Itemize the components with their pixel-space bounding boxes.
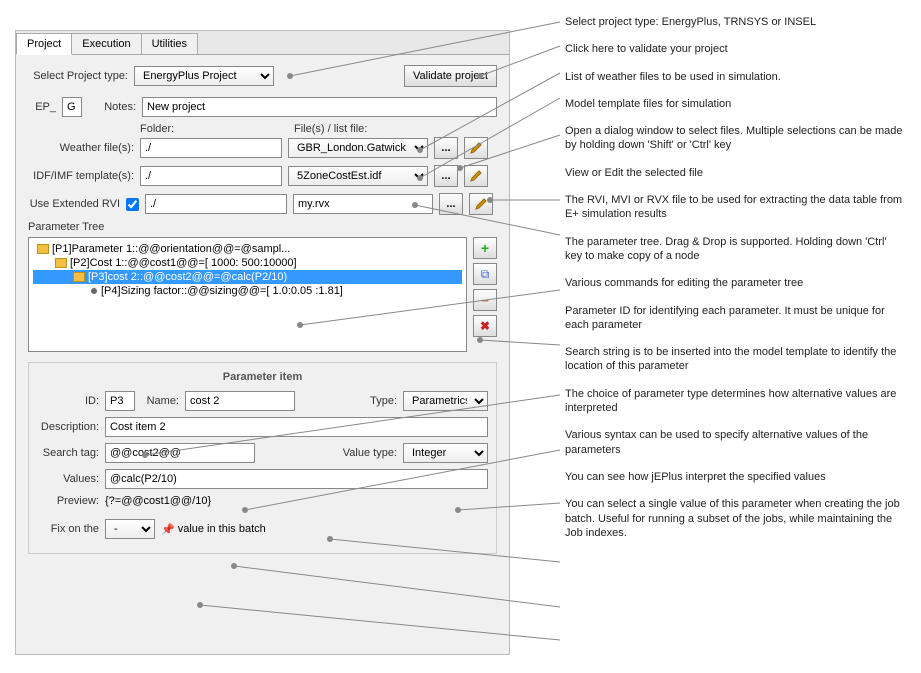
anno-rvi: The RVI, MVI or RVX file to be used for … [565, 193, 905, 222]
value-type-select[interactable]: Integer [403, 443, 488, 463]
idf-folder-field[interactable] [140, 166, 282, 186]
dots-icon [446, 198, 455, 210]
search-tag-field[interactable] [105, 443, 255, 463]
idf-edit-button[interactable] [464, 165, 488, 187]
label-id: ID: [37, 395, 99, 407]
label-project-type: Select Project type: [28, 70, 128, 82]
tree-node-p1[interactable]: [P1]Parameter 1::@@orientation@@=@sampl.… [33, 242, 462, 256]
delete-icon: ✖ [480, 319, 490, 333]
folder-icon [73, 272, 85, 282]
copy-icon: ⧉ [481, 267, 490, 282]
rvi-folder-field[interactable] [145, 194, 287, 214]
plus-icon: + [481, 240, 489, 256]
label-notes: Notes: [88, 101, 136, 113]
parameter-tree[interactable]: [P1]Parameter 1::@@orientation@@=@sampl.… [28, 237, 467, 352]
anno-param-id: Parameter ID for identifying each parame… [565, 304, 905, 333]
tree-remove-button[interactable]: − [473, 289, 497, 311]
anno-browse: Open a dialog window to select files. Mu… [565, 124, 905, 153]
fix-select[interactable]: - [105, 519, 155, 539]
tree-node-p2[interactable]: [P2]Cost 1::@@cost1@@=[ 1000: 500:10000] [33, 256, 462, 270]
folder-icon [55, 258, 67, 268]
project-panel: Select Project type: EnergyPlus Project … [16, 55, 509, 564]
anno-preview: You can see how jEPlus interpret the spe… [565, 470, 905, 484]
tree-add-button[interactable]: + [473, 237, 497, 259]
tree-node-p3[interactable]: [P3]cost 2::@@cost2@@=@calc(P2/10) [33, 270, 462, 284]
label-weather: Weather file(s): [28, 142, 134, 154]
label-ep: EP_ [28, 101, 56, 113]
ep-field[interactable] [62, 97, 82, 117]
weather-folder-field[interactable] [140, 138, 282, 158]
label-desc: Description: [37, 421, 99, 433]
tab-bar: Project Execution Utilities [16, 31, 509, 55]
rvi-edit-button[interactable] [469, 193, 493, 215]
weather-browse-button[interactable] [434, 137, 458, 159]
tree-copy-button[interactable]: ⧉ [473, 263, 497, 285]
id-field[interactable] [105, 391, 135, 411]
label-value-batch: 📌value in this batch [161, 523, 266, 536]
dots-icon [441, 170, 450, 182]
tab-utilities[interactable]: Utilities [141, 33, 198, 54]
anno-search-tag: Search string is to be inserted into the… [565, 345, 905, 374]
anno-weather: List of weather files to be used in simu… [565, 70, 905, 84]
label-folder: Folder: [140, 123, 288, 135]
label-fix-on: Fix on the [37, 523, 99, 535]
anno-validate: Click here to validate your project [565, 42, 905, 56]
anno-values: Various syntax can be used to specify al… [565, 428, 905, 457]
anno-tree: The parameter tree. Drag & Drop is suppo… [565, 235, 905, 264]
rvi-file-field[interactable] [293, 194, 433, 214]
anno-project-type: Select project type: EnergyPlus, TRNSYS … [565, 15, 905, 29]
dots-icon [441, 142, 450, 154]
desc-field[interactable] [105, 417, 488, 437]
preview-text: {?=@@cost1@@/10} [105, 495, 211, 507]
rvi-checkbox[interactable] [126, 198, 139, 211]
param-item-title: Parameter item [37, 371, 488, 383]
annotations-column: Select project type: EnergyPlus, TRNSYS … [565, 15, 905, 553]
label-filelist: File(s) / list file: [294, 123, 367, 135]
anno-template: Model template files for simulation [565, 97, 905, 111]
notes-field[interactable] [142, 97, 497, 117]
anno-value-type: The choice of parameter type determines … [565, 387, 905, 416]
tree-delete-button[interactable]: ✖ [473, 315, 497, 337]
name-field[interactable] [185, 391, 295, 411]
folder-icon [37, 244, 49, 254]
idf-browse-button[interactable] [434, 165, 458, 187]
type-select[interactable]: Parametrics [403, 391, 488, 411]
param-tree-title: Parameter Tree [28, 221, 497, 233]
anno-edit: View or Edit the selected file [565, 166, 905, 180]
anno-fix: You can select a single value of this pa… [565, 497, 905, 540]
label-preview: Preview: [37, 495, 99, 507]
label-search-tag: Search tag: [37, 447, 99, 459]
minus-icon: − [481, 293, 489, 308]
anno-tree-cmds: Various commands for editing the paramet… [565, 276, 905, 290]
tab-project[interactable]: Project [16, 33, 72, 55]
project-type-select[interactable]: EnergyPlus Project [134, 66, 274, 86]
values-field[interactable] [105, 469, 488, 489]
weather-edit-button[interactable] [464, 137, 488, 159]
label-value-type: Value type: [343, 447, 397, 459]
weather-file-select[interactable]: GBR_London.Gatwick.03... [288, 138, 428, 158]
label-idf: IDF/IMF template(s): [28, 170, 134, 182]
idf-file-select[interactable]: 5ZoneCostEst.idf [288, 166, 428, 186]
parameter-item-panel: Parameter item ID: Name: Type: Parametri… [28, 362, 497, 554]
tree-node-p4[interactable]: [P4]Sizing factor::@@sizing@@=[ 1.0:0.05… [33, 284, 462, 298]
label-type: Type: [370, 395, 397, 407]
label-name: Name: [141, 395, 179, 407]
pencil-icon [470, 142, 482, 154]
pencil-icon [470, 170, 482, 182]
label-rvi: Use Extended RVI [28, 198, 120, 210]
label-values: Values: [37, 473, 99, 485]
pencil-icon [475, 198, 487, 210]
rvi-browse-button[interactable] [439, 193, 463, 215]
bullet-icon [91, 288, 97, 294]
tab-execution[interactable]: Execution [71, 33, 141, 54]
app-window: Project Execution Utilities Select Proje… [15, 30, 510, 655]
validate-button[interactable]: Validate project [404, 65, 497, 87]
